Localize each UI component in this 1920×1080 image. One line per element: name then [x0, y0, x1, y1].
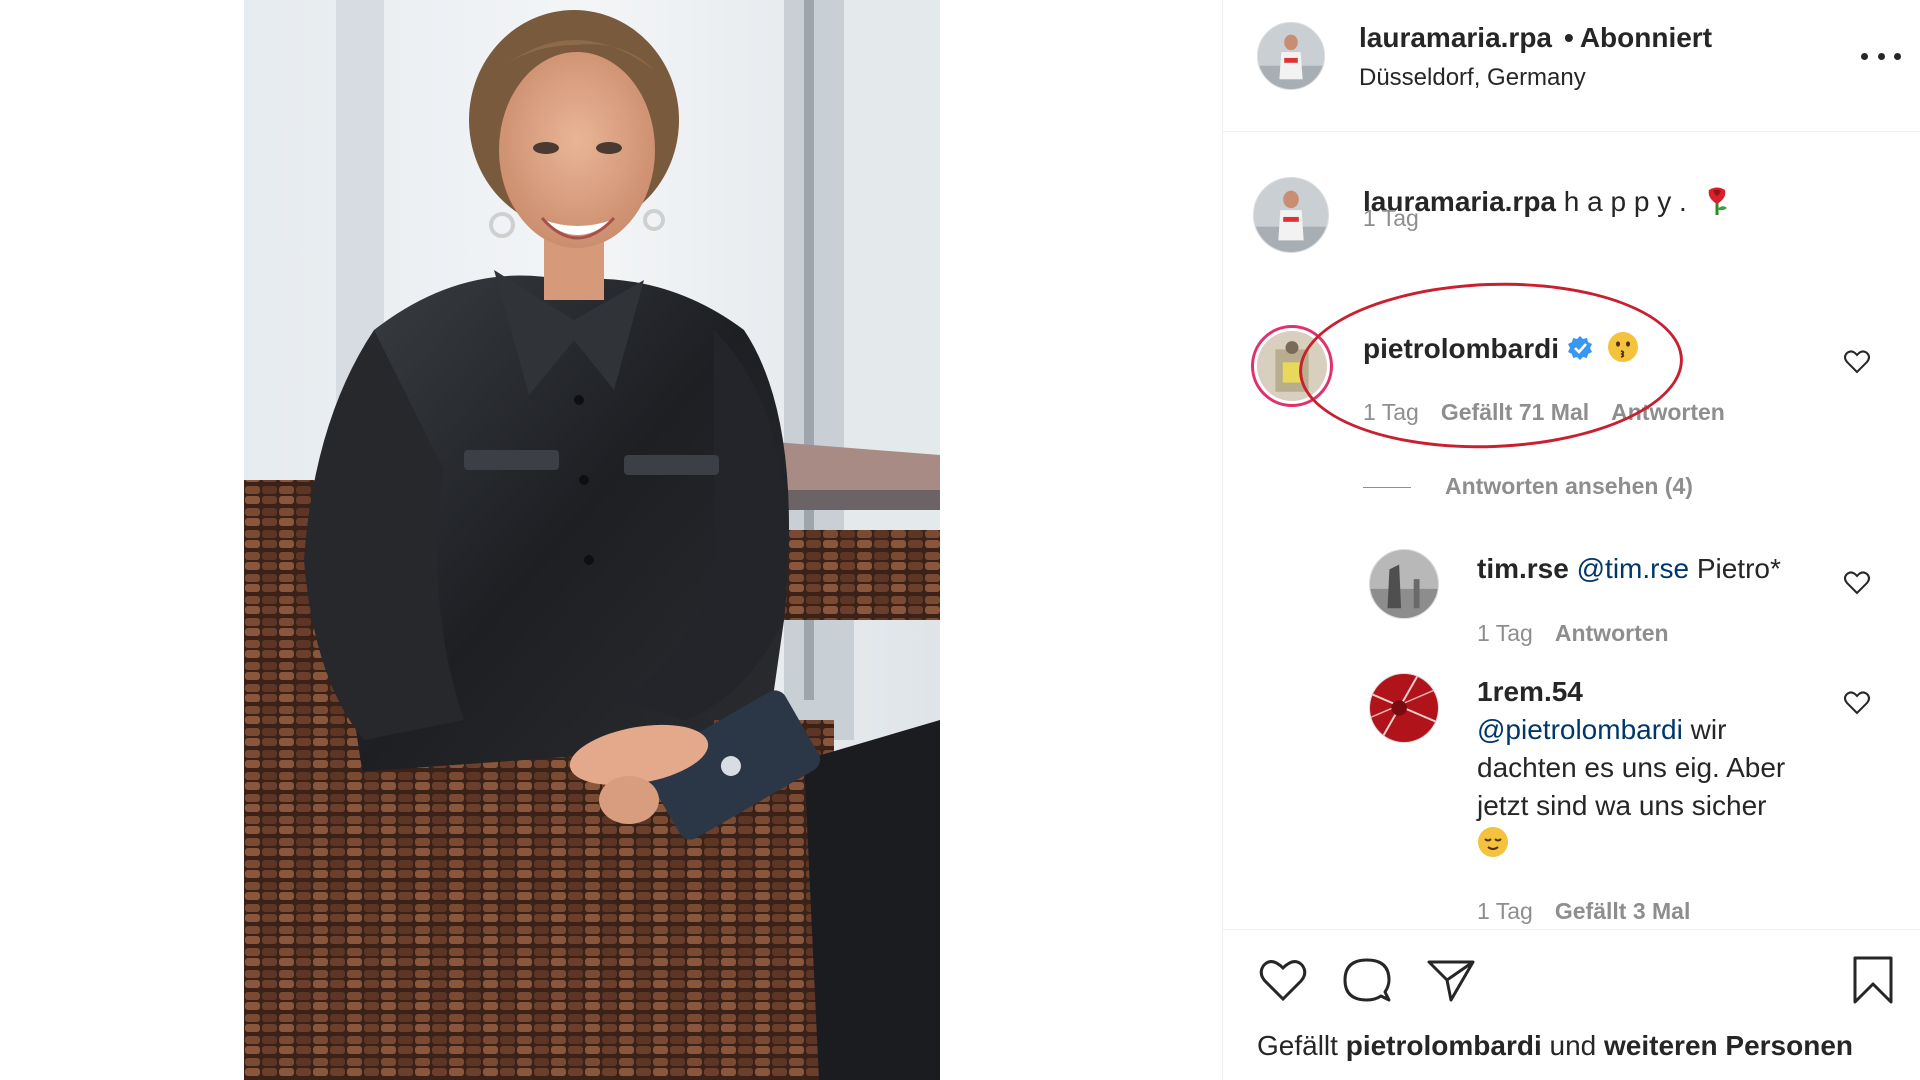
reply-text-line2: dachten es uns eig. Aber: [1477, 752, 1786, 783]
post-photo-image: [244, 0, 940, 1080]
likes-prefix: Gefällt: [1257, 1030, 1338, 1061]
paper-plane-outline: [1427, 960, 1475, 1002]
post-location[interactable]: Düsseldorf, Germany: [1359, 64, 1586, 92]
reply-likes-count[interactable]: Gefällt 3 Mal: [1555, 898, 1690, 924]
post-header: lauramaria.rpa • Abonniert Düsseldorf, Ger…: [1223, 0, 1920, 132]
share-icon[interactable]: [1425, 954, 1477, 1006]
commenter-avatar-story-ring[interactable]: [1251, 325, 1333, 407]
reply-header-line: 1rem.54: [1477, 673, 1857, 711]
caption-avatar-image: [1254, 178, 1328, 252]
commenter-avatar-image: [1257, 331, 1327, 401]
bookmark-outline: [1853, 956, 1893, 1004]
more-dot: [1861, 52, 1868, 60]
more-dot: [1894, 52, 1901, 60]
separator-dot: •: [1564, 22, 1574, 53]
view-replies-button[interactable]: Antworten ansehen (4): [1363, 473, 1693, 500]
comments-list[interactable]: lauramaria.rpa h a p p y . 1 Tag pietrol…: [1223, 133, 1920, 929]
reply-mention[interactable]: @tim.rse: [1577, 553, 1689, 584]
caption-text: h a p p y .: [1563, 186, 1687, 217]
comment-time[interactable]: 1 Tag: [1363, 399, 1419, 425]
comment-like-heart-icon[interactable]: [1843, 348, 1871, 376]
reply: tim.rse @tim.rse Pietro*: [1477, 550, 1781, 588]
post-likes-summary: Gefällt pietrolombardi und weiteren Pers…: [1257, 1030, 1853, 1062]
reply-text-line3: jetzt sind wa uns sicher: [1477, 790, 1767, 821]
follow-status-button[interactable]: Abonniert: [1580, 22, 1712, 53]
verified-badge-icon: [1568, 336, 1593, 360]
heart-outline-icon: [1844, 691, 1870, 715]
heart-outline-icon: [1844, 350, 1870, 374]
author-avatar[interactable]: [1257, 22, 1325, 90]
like-heart-outline: [1259, 960, 1307, 1002]
view-replies-divider: [1363, 487, 1411, 489]
view-replies-label: Antworten ansehen (4): [1445, 473, 1693, 499]
comment-likes-count[interactable]: Gefällt 71 Mal: [1441, 399, 1589, 425]
heart-outline-icon: [1844, 571, 1870, 595]
likes-and: und: [1549, 1030, 1597, 1061]
reply-time[interactable]: 1 Tag: [1477, 620, 1533, 646]
more-options-icon[interactable]: [1861, 40, 1901, 72]
reply-username[interactable]: 1rem.54: [1477, 676, 1583, 707]
likes-others[interactable]: weiteren Personen: [1604, 1030, 1853, 1061]
rose-emoji-icon: [1708, 187, 1727, 215]
reply-like-heart-icon[interactable]: [1843, 569, 1871, 597]
reply-text-line1: wir: [1690, 714, 1727, 745]
reply-text: Pietro*: [1696, 553, 1781, 584]
reply-reply-button[interactable]: Antworten: [1555, 620, 1669, 646]
caption-meta: 1 Tag: [1363, 205, 1419, 232]
author-avatar-image: [1258, 23, 1324, 89]
post-photo[interactable]: [244, 0, 940, 1080]
comment-username[interactable]: pietrolombardi: [1363, 333, 1559, 364]
author-username[interactable]: lauramaria.rpa: [1359, 22, 1552, 53]
comment-reply-button[interactable]: Antworten: [1611, 399, 1725, 425]
reply-like-heart-icon[interactable]: [1843, 689, 1871, 717]
relieved-face-emoji-icon: [1478, 827, 1508, 857]
comment-icon[interactable]: [1341, 954, 1393, 1006]
instagram-post-view: lauramaria.rpa • Abonniert Düsseldorf, Ger…: [0, 0, 1920, 1080]
more-dot: [1877, 52, 1885, 60]
caption-time[interactable]: 1 Tag: [1363, 205, 1419, 231]
reply-avatar[interactable]: [1369, 549, 1439, 619]
heart-icon[interactable]: [1257, 954, 1309, 1006]
reply-time[interactable]: 1 Tag: [1477, 898, 1533, 924]
reply-line: @pietrolombardi wir: [1477, 711, 1857, 749]
kissing-face-emoji-icon: [1608, 332, 1639, 362]
reply-avatar[interactable]: [1369, 673, 1439, 743]
reply: 1rem.54 @pietrolombardi wir dachten es u…: [1477, 673, 1857, 863]
reply-username[interactable]: tim.rse: [1477, 553, 1569, 584]
reply-avatar-image: [1370, 674, 1438, 742]
comment: pietrolombardi: [1363, 330, 1639, 368]
reply-emoji-line: [1477, 825, 1857, 863]
reply-mention[interactable]: @pietrolombardi: [1477, 714, 1683, 745]
comment-meta: 1 Tag Gefällt 71 Mal Antworten: [1363, 399, 1725, 426]
reply-meta: 1 Tag Antworten: [1477, 620, 1669, 647]
bookmark-icon[interactable]: [1847, 954, 1899, 1006]
post-side-panel: lauramaria.rpa • Abonniert Düsseldorf, Ger…: [1222, 0, 1920, 1080]
post-action-bar: Gefällt pietrolombardi und weiteren Pers…: [1223, 929, 1920, 1080]
reply-avatar-image: [1370, 550, 1438, 618]
author-line: lauramaria.rpa • Abonniert: [1359, 22, 1712, 54]
likes-user[interactable]: pietrolombardi: [1346, 1030, 1542, 1061]
caption-author-avatar[interactable]: [1253, 177, 1329, 253]
reply-meta: 1 Tag Gefällt 3 Mal: [1477, 898, 1690, 925]
comment-bubble-outline: [1343, 958, 1391, 1002]
